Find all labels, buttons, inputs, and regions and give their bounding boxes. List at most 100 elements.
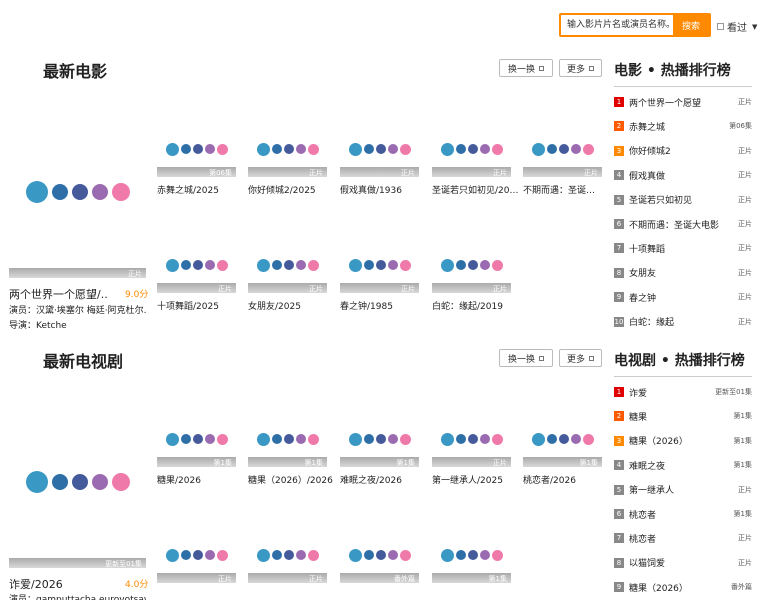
search-input[interactable] (561, 15, 673, 35)
rank-item[interactable]: 8 女朋友 正片 (614, 266, 752, 280)
rank-number: 2 (614, 121, 624, 132)
placeholder-dot-icon (216, 259, 228, 271)
placeholder-dot-icon (387, 260, 398, 270)
poster-caption[interactable]: 不期而遇：圣诞大... (523, 183, 601, 196)
poster-badge: 第1集 (396, 459, 415, 467)
placeholder-dot-icon (387, 434, 398, 444)
poster-card[interactable]: 正片 (248, 131, 327, 179)
movies-more-button[interactable]: 更多 (559, 59, 602, 77)
placeholder-dot-icon (192, 550, 203, 560)
poster-card[interactable]: 第1集 (340, 421, 419, 469)
placeholder-dot-icon (440, 432, 454, 446)
rank-item[interactable]: 2 赤舞之城 第06集 (614, 119, 752, 133)
movies-featured-title[interactable]: 两个世界一个愿望/... (9, 286, 109, 302)
poster-card[interactable]: 番外篇 (340, 537, 419, 585)
rank-item[interactable]: 6 不期而遇：圣诞大电影 正片 (614, 217, 752, 231)
poster-card[interactable]: 第1集 (523, 421, 602, 469)
rank-item[interactable]: 1 诈爱 更新至01集 (614, 385, 752, 399)
rank-status: 正片 (738, 244, 752, 253)
poster-caption[interactable]: 白蛇：缘起/2019 (432, 299, 520, 312)
rank-item[interactable]: 4 难眠之夜 第1集 (614, 458, 752, 472)
rank-item[interactable]: 5 第一继承人 正片 (614, 483, 752, 497)
poster-badge-bar: 第1集 (157, 457, 236, 467)
placeholder-dot-icon (440, 142, 454, 156)
rank-item[interactable]: 7 桃恋者 正片 (614, 531, 752, 545)
placeholder-dot-icon (467, 550, 478, 560)
tv-more-button[interactable]: 更多 (559, 349, 602, 367)
poster-badge: 正片 (309, 169, 323, 177)
poster-image (9, 384, 146, 580)
poster-card[interactable]: 正片 (248, 247, 327, 295)
movies-refresh-button[interactable]: 换一换 (499, 59, 553, 77)
rank-number: 5 (614, 484, 624, 495)
poster-caption[interactable]: 糖果/2026 (157, 473, 245, 486)
poster-card[interactable]: 正片 (157, 247, 236, 295)
search-button[interactable]: 搜索 (673, 15, 709, 35)
poster-card[interactable]: 第1集 (248, 421, 327, 469)
poster-caption[interactable]: 春之钟/1985 (340, 299, 428, 312)
poster-card[interactable]: 第1集 (157, 421, 236, 469)
rank-item[interactable]: 7 十项舞蹈 正片 (614, 241, 752, 255)
poster-card[interactable]: 第1集 (432, 537, 511, 585)
poster-card[interactable]: 正片 (157, 537, 236, 585)
movies-featured-poster[interactable]: 正片 (9, 94, 146, 282)
placeholder-dot-icon (204, 434, 215, 444)
history-dropdown[interactable]: 看过 ▼ (717, 19, 757, 34)
tv-refresh-button[interactable]: 换一换 (499, 349, 553, 367)
poster-caption[interactable]: 赤舞之城/2025 (157, 183, 245, 196)
poster-caption[interactable]: 第一继承人/2025 (432, 473, 520, 486)
poster-card[interactable]: 正片 (432, 421, 511, 469)
poster-caption[interactable]: 糖果（2026）/2026 (248, 473, 336, 486)
poster-caption[interactable]: 难眠之夜/2026 (340, 473, 428, 486)
poster-caption[interactable]: 桃恋者/2026 (523, 473, 601, 486)
placeholder-dot-icon (256, 258, 270, 272)
poster-caption[interactable]: 女朋友/2025 (248, 299, 336, 312)
poster-badge-bar: 正片 (340, 167, 419, 177)
rank-item[interactable]: 8 以猫饲爱 正片 (614, 556, 752, 570)
poster-card[interactable]: 第06集 (157, 131, 236, 179)
rank-item[interactable]: 4 假戏真做 正片 (614, 168, 752, 182)
poster-card[interactable]: 正片 (523, 131, 602, 179)
poster-card[interactable]: 正片 (340, 247, 419, 295)
placeholder-dot-icon (307, 259, 319, 271)
rank-number: 3 (614, 145, 624, 156)
rank-item[interactable]: 5 圣诞若只如初见 正片 (614, 193, 752, 207)
poster-image (340, 247, 419, 283)
poster-caption[interactable]: 十项舞蹈/2025 (157, 299, 245, 312)
placeholder-dot-icon (295, 260, 306, 270)
placeholder-dot-icon (283, 144, 294, 154)
tv-featured-poster[interactable]: 更新至01集 (9, 384, 146, 572)
poster-card[interactable]: 正片 (432, 131, 511, 179)
rank-item[interactable]: 3 糖果（2026） 第1集 (614, 434, 752, 448)
movies-featured-score: 9.0分 (125, 290, 149, 300)
rank-name: 假戏真做 (629, 171, 666, 182)
movies-refresh-label: 换一换 (507, 64, 535, 75)
rank-name: 诈爱 (629, 388, 648, 399)
poster-caption[interactable]: 假戏真做/1936 (340, 183, 428, 196)
rank-item[interactable]: 10 白蛇：缘起 正片 (614, 315, 752, 329)
rank-status: 正片 (738, 220, 752, 228)
poster-badge-bar: 正片 (248, 283, 327, 293)
poster-badge-bar: 正片 (523, 167, 602, 177)
placeholder-dot-icon (216, 433, 228, 445)
placeholder-dot-icon (204, 144, 215, 154)
poster-card[interactable]: 正片 (340, 131, 419, 179)
rank-item[interactable]: 9 春之钟 正片 (614, 290, 752, 304)
poster-card[interactable]: 正片 (248, 537, 327, 585)
rank-item[interactable]: 6 桃恋者 第1集 (614, 507, 752, 521)
poster-badge-bar: 番外篇 (340, 573, 419, 583)
rank-number: 9 (614, 582, 624, 593)
poster-card[interactable]: 正片 (432, 247, 511, 295)
rank-status: 第1集 (733, 412, 752, 421)
movie-rank-divider (614, 86, 752, 87)
poster-caption[interactable]: 你好倾城2/2025 (248, 183, 336, 196)
placeholder-dot-icon (111, 473, 130, 491)
rank-item[interactable]: 3 你好倾城2 正片 (614, 144, 752, 158)
placeholder-dot-icon (491, 143, 503, 155)
rank-item[interactable]: 1 两个世界一个愿望 正片 (614, 95, 752, 109)
rank-item[interactable]: 2 糖果 第1集 (614, 409, 752, 423)
poster-caption[interactable]: 圣诞若只如初见/2025 (432, 183, 520, 196)
tv-featured-title[interactable]: 诈爱/2026 (9, 576, 109, 592)
poster-image (248, 247, 327, 283)
rank-item[interactable]: 9 糖果（2026） 番外篇 (614, 580, 752, 594)
